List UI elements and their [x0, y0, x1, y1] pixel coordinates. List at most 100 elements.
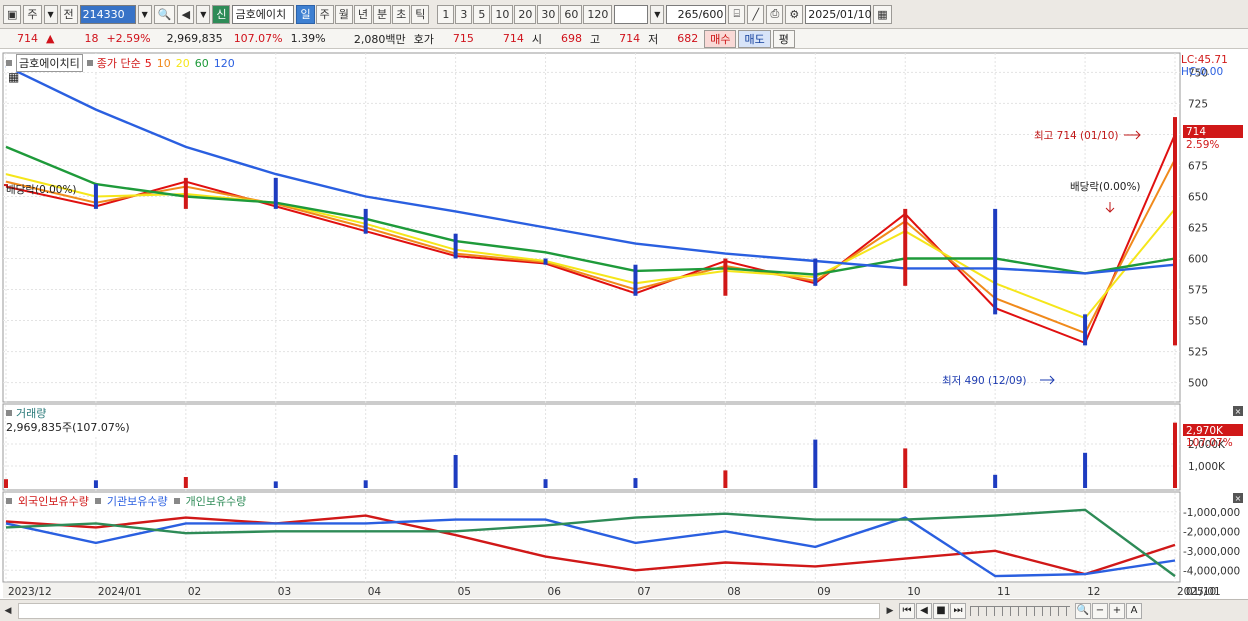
change-percent: +2.59% — [106, 32, 151, 45]
hoga-bid: 714 — [502, 32, 524, 45]
price-candle — [273, 177, 278, 209]
print-icon[interactable]: ⎙ — [766, 4, 784, 24]
average-button[interactable]: 평 — [772, 29, 795, 48]
x-axis-label: 06 — [548, 586, 562, 598]
ma-legend-5: 5 — [144, 56, 152, 70]
stop-icon[interactable]: ■ — [933, 602, 949, 619]
calendar-small-icon[interactable]: ▦ — [8, 70, 19, 84]
interval-tab-4[interactable]: 20 — [514, 4, 537, 24]
hoga-label: 호가 — [413, 32, 434, 46]
speaker-icon[interactable]: ◀ — [177, 4, 195, 24]
data-count-field[interactable]: 265 /600 — [666, 4, 727, 24]
price-y-tick: 650 — [1188, 191, 1208, 203]
chart-scrollbar[interactable]: ◀ ▶ ⏮ ◀ ■ ⏭ 🔍 − + A — [0, 599, 1248, 621]
turnover-rate: 1.39% — [290, 32, 326, 45]
volume-value: 2,969,835 — [166, 32, 223, 45]
high-annotation: 최고 714 (01/10) — [1034, 130, 1119, 142]
x-axis-label: 08 — [727, 586, 740, 598]
auto-scale-icon[interactable]: A — [1126, 602, 1142, 619]
interval-tab-3[interactable]: 10 — [491, 4, 514, 24]
rewind-icon[interactable]: ⏮ — [899, 602, 915, 619]
interval-tab-7[interactable]: 120 — [583, 4, 613, 24]
panel-handle-icon[interactable] — [6, 410, 12, 416]
close-icon[interactable]: × — [1233, 406, 1243, 416]
fast-forward-icon[interactable]: ⏭ — [950, 602, 966, 619]
current-price-tag-text: 714 — [1186, 126, 1206, 138]
gear-icon[interactable]: ⚙ — [785, 4, 804, 24]
interval-custom-input[interactable] — [614, 4, 649, 24]
period-tab-3[interactable]: 년 — [353, 4, 372, 24]
stock-code-input[interactable]: 214330 — [79, 4, 136, 24]
period-tab-5[interactable]: 초 — [392, 4, 411, 24]
x-axis-label: 2023/12 — [8, 586, 52, 598]
dividend-annotation-right: 배당락(0.00%) — [1070, 181, 1141, 193]
price-candle — [543, 258, 548, 265]
period-tab-4[interactable]: 분 — [372, 4, 392, 24]
zoom-slider[interactable] — [970, 605, 1070, 616]
market-mode-select[interactable]: 전 — [59, 4, 78, 24]
chart-area[interactable]: 7507257006756506256005755505255002,000K1… — [0, 50, 1248, 599]
period-tab-6[interactable]: 틱 — [411, 4, 430, 24]
calendar-icon[interactable]: ▦ — [873, 4, 892, 24]
interval-tab-0[interactable]: 1 — [437, 4, 455, 24]
low-label: 저 — [648, 32, 659, 46]
price-candle — [993, 208, 998, 315]
period-tabs: 일주월년분초틱 — [296, 4, 430, 24]
sell-button[interactable]: 매도 — [738, 29, 771, 48]
scroll-left-icon[interactable]: ◀ — [0, 603, 16, 619]
scroll-track[interactable] — [18, 602, 880, 619]
stock-name-label: 금호에이치티 — [16, 54, 83, 72]
price-candle — [723, 258, 728, 296]
close-icon[interactable]: × — [1233, 493, 1243, 503]
period-tab-0[interactable]: 일 — [296, 4, 315, 24]
interval-tab-5[interactable]: 30 — [537, 4, 560, 24]
x-axis-label: 03 — [278, 586, 291, 598]
volume-y-tick: 1,000K — [1188, 461, 1226, 473]
sin-badge[interactable]: 신 — [212, 4, 231, 24]
chevron-down-icon[interactable]: ▼ — [196, 4, 211, 24]
buy-button[interactable]: 매수 — [704, 29, 737, 48]
current-price: 714 — [17, 32, 38, 45]
current-pct-tag-text: 2.59% — [1186, 139, 1219, 151]
market-type-select[interactable]: 주 — [23, 4, 42, 24]
holding-y-tick: -1,000,000 — [1183, 507, 1240, 519]
panel-handle-icon[interactable] — [86, 60, 93, 66]
ma-legend-60: 60 — [194, 56, 209, 70]
chevron-down-icon[interactable]: ▼ — [137, 4, 152, 24]
indicator-icon[interactable]: ⌸ — [728, 4, 746, 24]
interval-tab-6[interactable]: 60 — [560, 4, 583, 24]
play-back-icon[interactable]: ◀ — [916, 602, 932, 619]
x-axis-label: 02 — [188, 586, 201, 598]
interval-tab-2[interactable]: 5 — [473, 4, 491, 24]
chevron-down-icon[interactable]: ▼ — [43, 4, 58, 24]
date-input[interactable]: 2025/01/10 — [805, 4, 872, 24]
panel-handle-icon[interactable] — [94, 498, 101, 504]
volume-value-text: 2,969,835주(107.07%) — [6, 421, 130, 434]
holding-legend-item: 외국인보유수량 — [18, 495, 89, 508]
period-tab-2[interactable]: 월 — [334, 4, 353, 24]
stock-chart[interactable]: 7507257006756506256005755505255002,000K1… — [0, 50, 1248, 599]
search-icon[interactable]: 🔍 — [153, 4, 176, 24]
panel-handle-icon[interactable] — [6, 498, 12, 504]
period-tab-1[interactable]: 주 — [315, 4, 334, 24]
chevron-down-icon[interactable]: ▼ — [650, 4, 665, 24]
holding-y-tick: -4,000,000 — [1183, 565, 1240, 577]
window-icon[interactable]: ▣ — [3, 4, 22, 24]
zoom-in-icon[interactable]: + — [1109, 602, 1125, 619]
volume-bar — [93, 480, 98, 488]
price-y-tick: 675 — [1188, 160, 1208, 172]
x-axis-label: 10 — [907, 586, 920, 598]
volume-bar — [183, 477, 188, 488]
panel-handle-icon[interactable] — [6, 60, 12, 66]
indicator-label: 종가 단순 — [96, 57, 141, 70]
zoom-search-icon[interactable]: 🔍 — [1075, 602, 1091, 619]
panel-handle-icon[interactable] — [173, 498, 180, 504]
interval-tab-1[interactable]: 3 — [455, 4, 473, 24]
draw-tool-icon[interactable]: ╱ — [747, 4, 765, 24]
hc-label: HC:0.00 — [1181, 66, 1223, 78]
scroll-right-icon[interactable]: ▶ — [882, 603, 898, 619]
volume-tag-pct: 107.07% — [1186, 437, 1233, 449]
volume-bar — [633, 478, 638, 488]
zoom-out-icon[interactable]: − — [1092, 602, 1108, 619]
holding-y-tick: -3,000,000 — [1183, 546, 1240, 558]
